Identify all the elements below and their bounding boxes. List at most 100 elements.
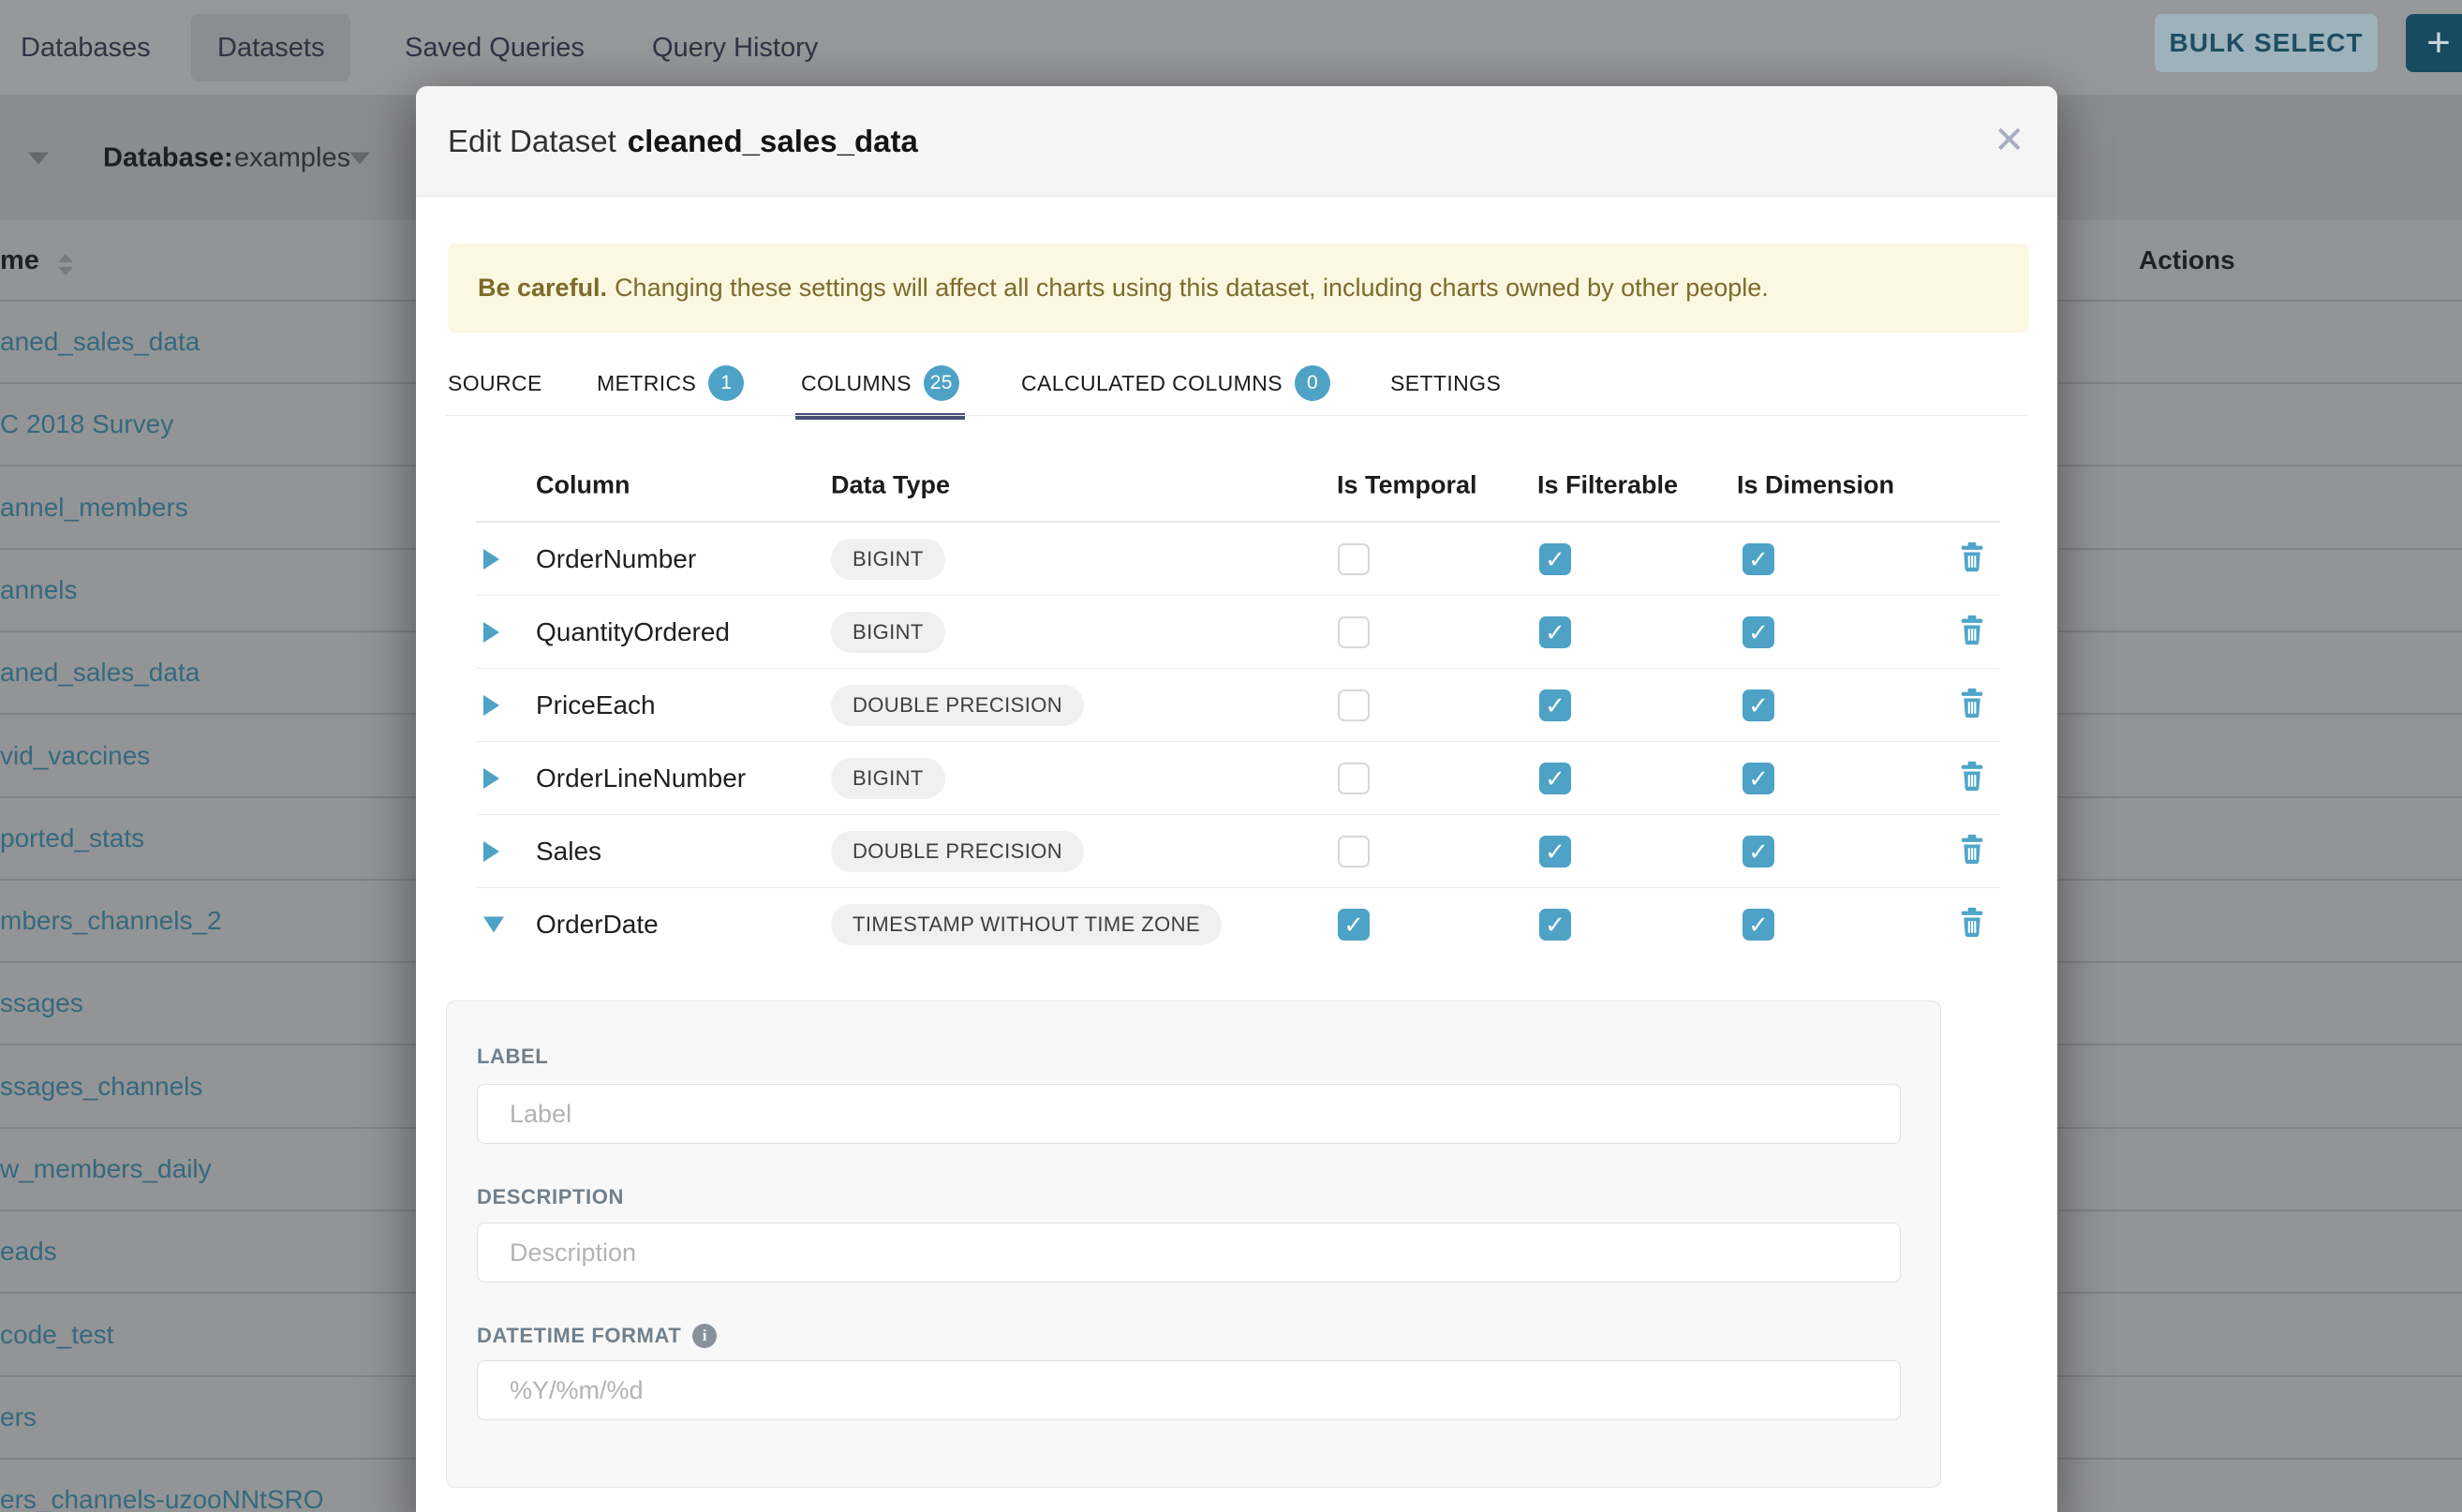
column-row: OrderNumber BIGINT ✓ ✓ — [476, 523, 2000, 596]
bulk-select-button[interactable]: BULK SELECT — [2155, 14, 2378, 72]
checkbox-is-filterable[interactable]: ✓ — [1539, 543, 1571, 575]
tab-source[interactable]: SOURCE — [448, 356, 542, 410]
column-row: OrderLineNumber BIGINT ✓ ✓ — [476, 742, 2000, 815]
nav-item-datasets[interactable]: Datasets — [191, 14, 350, 82]
add-dataset-button[interactable]: + — [2406, 14, 2462, 72]
dataset-link[interactable]: vid_vaccines — [0, 737, 150, 775]
expand-caret-icon[interactable] — [483, 549, 499, 570]
check-icon: ✓ — [1545, 839, 1565, 864]
expand-caret-icon[interactable] — [483, 841, 499, 862]
tab-count-badge: 0 — [1295, 365, 1330, 401]
database-filter-value[interactable]: examples — [234, 142, 350, 173]
tab-columns[interactable]: COLUMNS25 — [801, 356, 959, 410]
checkbox-is-filterable[interactable]: ✓ — [1539, 616, 1571, 648]
tab-label: METRICS — [597, 371, 696, 396]
delete-column-button[interactable] — [1958, 761, 1986, 796]
delete-column-button[interactable] — [1958, 834, 1986, 869]
dropdown-caret-icon[interactable] — [349, 152, 370, 164]
warning-bold: Be careful. — [478, 274, 607, 303]
checkbox-is-filterable[interactable]: ✓ — [1539, 836, 1571, 867]
tab-label: SETTINGS — [1390, 371, 1501, 396]
dataset-link[interactable]: aned_sales_data — [0, 323, 200, 361]
check-icon: ✓ — [1748, 547, 1769, 571]
trash-icon — [1958, 834, 1986, 865]
close-icon[interactable]: ✕ — [1994, 122, 2025, 159]
nav-item-query-history[interactable]: Query History — [626, 14, 844, 82]
checkbox-is-dimension[interactable]: ✓ — [1743, 616, 1774, 648]
delete-column-button[interactable] — [1958, 541, 1986, 577]
expand-caret-icon[interactable] — [483, 695, 499, 716]
expand-caret-icon[interactable] — [483, 768, 499, 789]
checkbox-is-dimension[interactable]: ✓ — [1743, 836, 1774, 867]
checkbox-is-dimension[interactable]: ✓ — [1743, 909, 1774, 941]
column-row: QuantityOrdered BIGINT ✓ ✓ — [476, 596, 2000, 669]
dataset-link[interactable]: code_test — [0, 1316, 113, 1354]
actions-column-header: Actions — [2139, 245, 2235, 275]
delete-column-button[interactable] — [1958, 688, 1986, 723]
column-row: OrderDate TIMESTAMP WITHOUT TIME ZONE ✓ … — [476, 888, 2000, 961]
data-type-chip: TIMESTAMP WITHOUT TIME ZONE — [831, 904, 1222, 945]
name-column-header[interactable]: me — [0, 245, 39, 276]
check-icon: ✓ — [1748, 766, 1769, 791]
is-filterable-header: Is Filterable — [1537, 471, 1678, 500]
label-field-label: LABEL — [477, 1045, 548, 1069]
checkbox-is-filterable[interactable]: ✓ — [1539, 909, 1571, 941]
checkbox-is-temporal[interactable] — [1338, 616, 1370, 648]
dataset-link[interactable]: eads — [0, 1233, 57, 1270]
checkbox-is-temporal[interactable] — [1338, 836, 1370, 867]
tab-label: CALCULATED COLUMNS — [1021, 371, 1283, 396]
dataset-link[interactable]: ers_channels-uzooNNtSRO — [0, 1481, 324, 1512]
column-row: Sales DOUBLE PRECISION ✓ ✓ — [476, 815, 2000, 888]
check-icon: ✓ — [1545, 547, 1565, 571]
delete-column-button[interactable] — [1958, 615, 1986, 650]
datasets-page: DatabasesDatasets Saved QueriesQuery Hist… — [0, 0, 2462, 1512]
dataset-link[interactable]: aned_sales_data — [0, 654, 200, 691]
is-dimension-header: Is Dimension — [1737, 471, 1894, 500]
checkbox-is-filterable[interactable]: ✓ — [1539, 689, 1571, 721]
datetime-format-input[interactable] — [477, 1360, 1901, 1420]
check-icon: ✓ — [1343, 912, 1364, 937]
label-input[interactable] — [477, 1084, 1901, 1144]
checkbox-is-filterable[interactable]: ✓ — [1539, 763, 1571, 794]
dataset-link[interactable]: ported_stats — [0, 820, 144, 857]
nav-item-databases[interactable]: Databases — [0, 14, 177, 82]
description-field-label: DESCRIPTION — [477, 1185, 624, 1209]
checkbox-is-temporal[interactable] — [1338, 763, 1370, 794]
checkbox-is-dimension[interactable]: ✓ — [1743, 689, 1774, 721]
checkbox-is-temporal[interactable]: ✓ — [1338, 909, 1370, 941]
delete-column-button[interactable] — [1958, 907, 1986, 942]
dataset-link[interactable]: ssages — [0, 985, 83, 1022]
column-name: OrderDate — [536, 910, 659, 940]
dataset-link[interactable]: annel_members — [0, 489, 188, 526]
sort-icon[interactable] — [58, 254, 73, 275]
dataset-link[interactable]: ssages_channels — [0, 1068, 202, 1105]
trash-icon — [1958, 541, 1986, 572]
nav-item-saved-queries[interactable]: Saved Queries — [378, 14, 611, 82]
columns-table: Column Data Type Is Temporal Is Filterab… — [476, 450, 2000, 961]
column-name: QuantityOrdered — [536, 617, 730, 647]
dataset-link[interactable]: mbers_channels_2 — [0, 902, 222, 940]
checkbox-is-temporal[interactable] — [1338, 543, 1370, 575]
data-type-chip: BIGINT — [831, 539, 945, 580]
check-icon: ✓ — [1748, 620, 1769, 645]
tab-settings[interactable]: SETTINGS — [1390, 356, 1501, 410]
columns-table-header: Column Data Type Is Temporal Is Filterab… — [476, 450, 2000, 523]
expand-caret-icon[interactable] — [483, 917, 504, 933]
description-input[interactable] — [477, 1223, 1901, 1282]
checkbox-is-dimension[interactable]: ✓ — [1743, 763, 1774, 794]
plus-icon: + — [2426, 20, 2451, 67]
check-icon: ✓ — [1545, 620, 1565, 645]
edit-dataset-modal: Edit Dataset cleaned_sales_data ✕ Be car… — [416, 86, 2057, 1512]
tab-calculated-columns[interactable]: CALCULATED COLUMNS 0 — [1021, 356, 1330, 410]
checkbox-is-dimension[interactable]: ✓ — [1743, 543, 1774, 575]
expand-caret-icon[interactable] — [483, 622, 499, 643]
tab-metrics[interactable]: METRICS1 — [597, 356, 744, 410]
info-icon[interactable]: i — [692, 1324, 717, 1348]
checkbox-is-temporal[interactable] — [1338, 689, 1370, 721]
dataset-link[interactable]: annels — [0, 571, 78, 609]
dropdown-caret-icon[interactable] — [28, 152, 49, 164]
dataset-link[interactable]: w_members_daily — [0, 1150, 212, 1188]
dataset-link[interactable]: ers — [0, 1399, 37, 1436]
dataset-link[interactable]: C 2018 Survey — [0, 406, 173, 443]
check-icon: ✓ — [1748, 912, 1769, 937]
